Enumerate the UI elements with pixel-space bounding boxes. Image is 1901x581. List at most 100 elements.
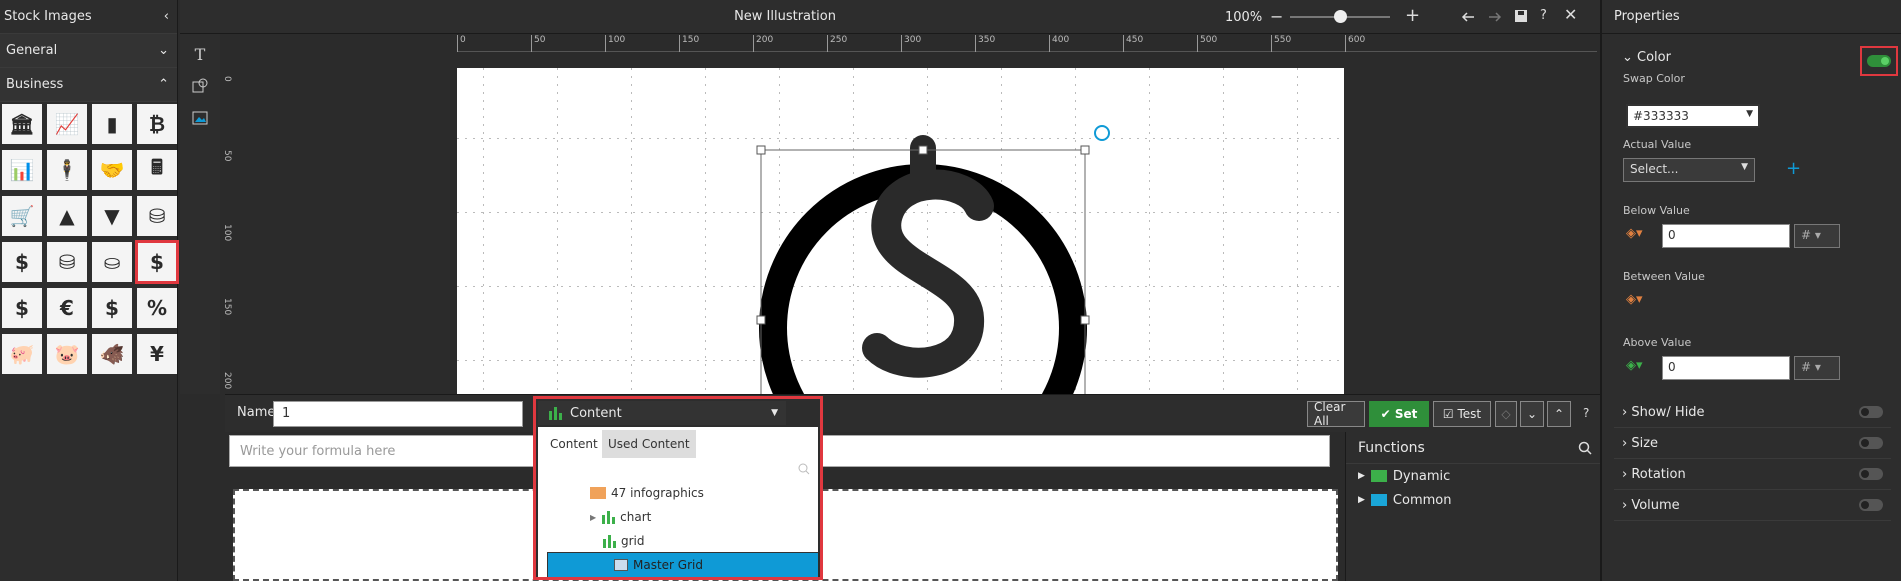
zoom-slider-handle[interactable] xyxy=(1334,10,1347,23)
bitcoin-icon[interactable]: ₿ xyxy=(137,104,177,144)
euro-coin-icon[interactable]: € xyxy=(47,288,87,328)
businessman-icon[interactable]: 🕴 xyxy=(47,150,87,190)
handshake-icon[interactable]: 🤝 xyxy=(92,150,132,190)
color-toggle-highlight[interactable] xyxy=(1860,46,1898,76)
dollar-coin-icon[interactable]: $ xyxy=(135,240,179,284)
section-toggle[interactable] xyxy=(1859,437,1883,449)
test-button[interactable]: ☑ Test xyxy=(1433,401,1491,427)
diamond-icon[interactable]: ◇ xyxy=(1495,401,1517,427)
function-item-dynamic[interactable]: ▶ Dynamic xyxy=(1346,464,1600,488)
undo-icon[interactable] xyxy=(1460,9,1476,25)
paint-bucket-icon[interactable]: ◈▾ xyxy=(1626,226,1643,241)
piggy-bank-icon[interactable]: 🐖 xyxy=(2,334,42,374)
artboard[interactable] xyxy=(457,68,1344,394)
chevron-up-icon[interactable]: ⌃ xyxy=(1547,401,1571,427)
content-dropdown[interactable]: Content ▼ Content Used Content 47 infogr… xyxy=(533,396,823,580)
content-select[interactable]: Content ▼ xyxy=(538,401,786,425)
color-toggle[interactable] xyxy=(1867,55,1891,67)
below-value-input[interactable]: 0 xyxy=(1662,224,1790,248)
section-general[interactable]: General ⌄ xyxy=(0,34,177,68)
tab-content[interactable]: Content xyxy=(544,430,604,458)
expand-icon: ▶ xyxy=(590,512,597,522)
section-toggle[interactable] xyxy=(1859,468,1883,480)
dropdown-arrow-icon: ▼ xyxy=(1746,109,1753,119)
above-value-unit[interactable]: # ▾ xyxy=(1794,356,1840,380)
collapse-panel-icon[interactable]: ‹ xyxy=(164,9,169,24)
folder-blue-icon xyxy=(1370,494,1387,506)
line-chart-up-icon[interactable]: 📈 xyxy=(47,104,87,144)
above-value-input[interactable]: 0 xyxy=(1662,356,1790,380)
money-chart-icon[interactable]: $ xyxy=(2,242,42,282)
below-value-unit[interactable]: # ▾ xyxy=(1794,224,1840,248)
yen-coin-icon[interactable]: ¥ xyxy=(137,334,177,374)
savings-icon[interactable]: 🐗 xyxy=(92,334,132,374)
add-icon[interactable]: + xyxy=(1786,158,1801,179)
zoom-in-icon[interactable]: + xyxy=(1405,5,1420,26)
bar-growth-icon[interactable]: ▲ xyxy=(47,196,87,236)
canvas-area: 0 50 100 150 200 250 300 350 400 450 500 550 600 0 50… xyxy=(220,34,1600,394)
paint-bucket-icon[interactable]: ◈▾ xyxy=(1626,358,1643,373)
section-toggle[interactable] xyxy=(1859,406,1883,418)
zoom-out-icon[interactable]: − xyxy=(1270,7,1283,26)
money-bag-icon[interactable]: $ xyxy=(92,288,132,328)
dollar-black-coin-icon[interactable]: $ xyxy=(2,288,42,328)
shape-tool-icon[interactable] xyxy=(180,70,220,102)
section-volume[interactable]: › Volume xyxy=(1614,490,1891,521)
section-show-hide[interactable]: › Show/ Hide xyxy=(1614,397,1891,428)
image-tool-icon[interactable] xyxy=(180,102,220,134)
coin-stacks-icon[interactable]: ⛁ xyxy=(47,242,87,282)
formula-help-icon[interactable]: ? xyxy=(1583,406,1589,420)
actual-value-select[interactable]: Select... ▼ xyxy=(1623,158,1755,182)
section-rotation[interactable]: › Rotation xyxy=(1614,459,1891,490)
tree-item-master-grid[interactable]: Master Grid xyxy=(547,552,818,577)
calculator-icon[interactable]: 🖩 xyxy=(137,150,177,190)
help-icon[interactable]: ? xyxy=(1540,8,1547,23)
section-business[interactable]: Business ⌃ xyxy=(0,68,177,102)
coin-stack-icon[interactable]: ⛁ xyxy=(137,196,177,236)
test-icon: ☑ xyxy=(1442,407,1458,421)
between-value-label: Between Value xyxy=(1623,270,1705,283)
hash-label: # xyxy=(1801,360,1812,374)
chevron-down-icon[interactable]: ⌄ xyxy=(1520,401,1544,427)
ruler-label: 450 xyxy=(1123,35,1143,52)
search-icon[interactable] xyxy=(1578,441,1592,455)
piggy-coin-icon[interactable]: 🐷 xyxy=(47,334,87,374)
percent-icon[interactable]: % xyxy=(137,288,177,328)
tree-item-folder[interactable]: 47 infographics xyxy=(538,481,818,505)
name-label: Name xyxy=(237,405,276,420)
paint-bucket-icon[interactable]: ◈▾ xyxy=(1626,292,1643,307)
zoom-level: 100% xyxy=(1225,10,1263,25)
below-value-label: Below Value xyxy=(1623,204,1690,217)
section-size[interactable]: › Size xyxy=(1614,428,1891,459)
tree-item-grid[interactable]: grid xyxy=(538,529,818,553)
function-item-common[interactable]: ▶ Common xyxy=(1346,488,1600,512)
tree-item-chart[interactable]: ▶ chart xyxy=(538,505,818,529)
ruler-label: 600 xyxy=(1345,35,1365,52)
search-icon[interactable] xyxy=(798,463,810,475)
close-icon[interactable]: ✕ xyxy=(1564,5,1577,24)
shopping-cart-icon[interactable]: 🛒 xyxy=(2,196,42,236)
name-input[interactable]: 1 xyxy=(273,401,523,427)
redo-icon[interactable] xyxy=(1487,9,1503,25)
section-color[interactable]: ⌄ Color xyxy=(1614,42,1891,73)
set-button[interactable]: ✔ Set xyxy=(1369,401,1429,427)
save-icon[interactable] xyxy=(1513,8,1529,24)
database-coins-icon[interactable]: ⛀ xyxy=(92,242,132,282)
panel-header: Stock Images ‹ xyxy=(0,0,177,34)
bar-chart-icon[interactable]: ▮ xyxy=(92,104,132,144)
ruler-label: 0 xyxy=(457,35,466,52)
selection-box[interactable] xyxy=(457,68,1344,394)
swap-color-select[interactable]: #333333 ▼ xyxy=(1626,104,1760,128)
ruler-label: 200 xyxy=(222,372,232,390)
section-toggle[interactable] xyxy=(1859,499,1883,511)
clear-all-button[interactable]: Clear All xyxy=(1307,400,1365,428)
bank-icon[interactable]: 🏛 xyxy=(2,104,42,144)
growth-chart-icon[interactable]: 📊 xyxy=(2,150,42,190)
tree-label: grid xyxy=(621,534,645,548)
text-tool-icon[interactable]: T xyxy=(180,38,220,70)
ruler-label: 0 xyxy=(222,76,232,82)
tab-used-content[interactable]: Used Content xyxy=(602,430,696,458)
bar-decline-icon[interactable]: ▼ xyxy=(92,196,132,236)
section-label: Color xyxy=(1637,50,1671,65)
ruler-label: 150 xyxy=(222,298,232,316)
